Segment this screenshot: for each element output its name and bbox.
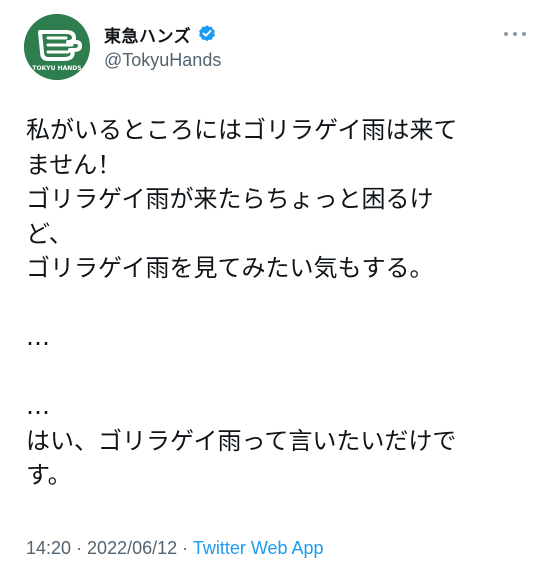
tweet-time[interactable]: 14:20	[26, 538, 71, 558]
tweet-meta: 14:20 · 2022/06/12 · Twitter Web App	[26, 538, 324, 559]
tweet-source-link[interactable]: Twitter Web App	[193, 538, 324, 558]
more-dot	[504, 32, 508, 36]
tweet-line: ゴリラゲイ雨を見てみたい気もする。	[26, 254, 434, 282]
avatar-logo-text: TOKYU HANDS	[32, 65, 81, 72]
tokyu-hands-logo-icon: TOKYU HANDS	[24, 14, 90, 80]
name-row: 東急ハンズ	[104, 22, 221, 47]
tweet-line: はい、ゴリラゲイ雨って言いたいだけで	[26, 426, 457, 455]
meta-separator: ·	[71, 538, 88, 558]
tweet-text: 私がいるところにはゴリラゲイ雨は来て ません！ ゴリラゲイ雨が来たらちょっと困る…	[26, 113, 534, 493]
tweet-line: す。	[26, 461, 72, 489]
tweet-line: …	[26, 392, 50, 420]
more-dot	[513, 32, 517, 36]
meta-separator: ·	[177, 538, 193, 558]
tweet-line: …	[26, 323, 50, 351]
tweet-line: ど、	[26, 219, 73, 248]
avatar[interactable]: TOKYU HANDS	[24, 14, 90, 80]
verified-badge-icon	[197, 24, 217, 44]
tweet-line: 私がいるところにはゴリラゲイ雨は来て	[26, 116, 458, 144]
tweet-line: ゴリラゲイ雨が来たらちょっと困るけ	[26, 185, 434, 213]
user-handle[interactable]: @TokyuHands	[104, 50, 221, 71]
more-dot	[522, 32, 526, 36]
tweet-line: ません！	[26, 150, 122, 179]
tweet-card: TOKYU HANDS 東急ハンズ @TokyuHands 私がいるところにはゴ…	[0, 0, 550, 571]
display-name[interactable]: 東急ハンズ	[104, 22, 191, 47]
more-options-icon[interactable]	[504, 30, 526, 38]
tweet-date[interactable]: 2022/06/12	[87, 538, 177, 558]
author-block[interactable]: 東急ハンズ @TokyuHands	[104, 22, 221, 71]
